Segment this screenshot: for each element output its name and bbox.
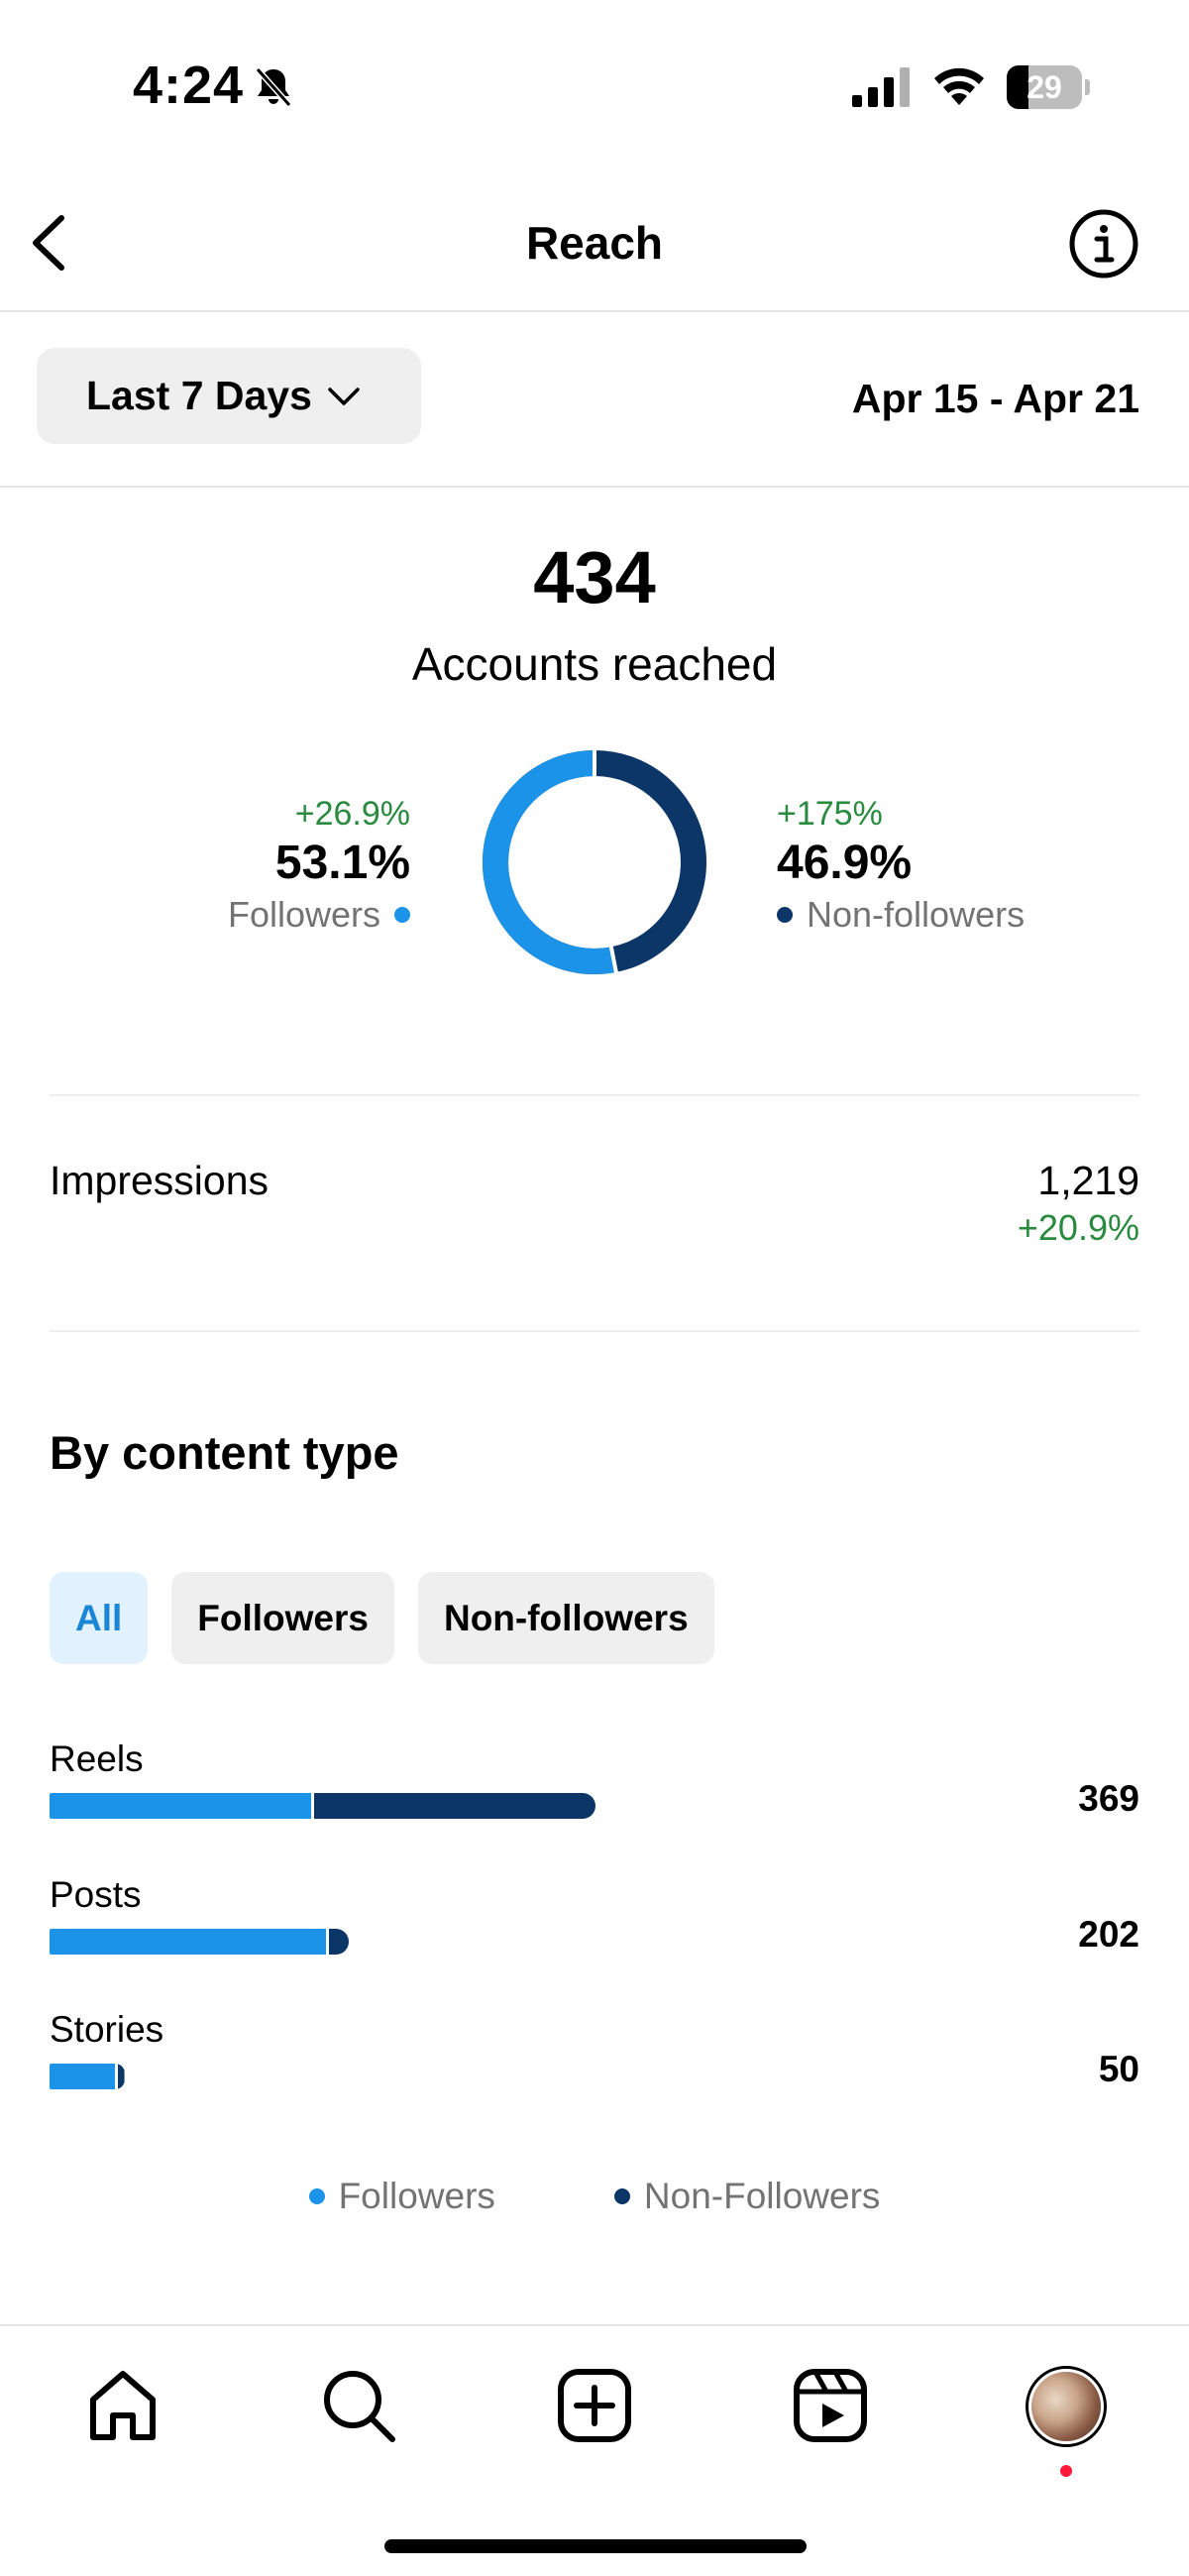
home-icon[interactable]	[83, 2366, 162, 2445]
content-row-label: Reels	[50, 1738, 144, 1779]
date-range-text: Apr 15 - Apr 21	[851, 376, 1139, 421]
divider	[50, 1330, 1139, 1332]
bottom-tab-bar	[0, 2324, 1189, 2576]
content-row-bar	[50, 1793, 595, 1819]
followers-change: +26.9%	[294, 795, 410, 833]
reach-donut-chart	[483, 749, 706, 974]
profile-avatar[interactable]	[1026, 2366, 1107, 2447]
accounts-reached-count: 434	[533, 536, 656, 618]
non-followers-percent: 46.9%	[777, 837, 913, 889]
legend-label-followers: Followers	[338, 2176, 495, 2216]
status-time: 4:24	[133, 56, 245, 115]
content-row-value: 202	[1078, 1914, 1139, 1955]
content-row-bar	[50, 1929, 349, 1955]
impressions-label: Impressions	[50, 1158, 270, 1203]
non-followers-change: +175%	[777, 795, 883, 833]
reels-icon[interactable]	[791, 2366, 870, 2445]
non-followers-dot	[777, 907, 793, 923]
followers-label-row: Followers	[149, 892, 410, 938]
bar-non-followers-segment	[311, 1793, 595, 1819]
content-type-title: By content type	[50, 1426, 399, 1479]
date-range-row: Last 7 Days Apr 15 - Apr 21	[0, 314, 1189, 488]
cellular-signal-icon	[852, 67, 910, 107]
impressions-value: 1,219	[1037, 1158, 1139, 1203]
legend-dot-followers	[308, 2188, 325, 2204]
battery-level: 29	[1027, 69, 1062, 105]
content-row-value: 50	[1098, 2049, 1139, 2089]
bar-followers-segment	[50, 2064, 115, 2089]
legend-item-non-followers: Non-Followers	[613, 2176, 881, 2217]
header: Reach	[0, 168, 1189, 312]
chip-followers[interactable]: Followers	[171, 1572, 394, 1664]
bar-non-followers-segment	[326, 1929, 349, 1955]
legend-label-non-followers: Non-Followers	[643, 2176, 881, 2216]
impressions-change: +20.9%	[1017, 1207, 1139, 1248]
content-type-filter: All Followers Non-followers	[50, 1572, 714, 1664]
divider	[50, 1094, 1139, 1096]
followers-stats: +26.9% 53.1% Followers	[149, 793, 410, 938]
chip-all[interactable]: All	[50, 1572, 149, 1664]
home-indicator	[384, 2539, 807, 2553]
content-row-posts: Posts 202	[50, 1874, 1139, 1993]
content-row-reels: Reels 369	[50, 1738, 1139, 1857]
notification-dot	[1060, 2465, 1072, 2477]
content-row-value: 369	[1078, 1778, 1139, 1819]
legend-dot-non-followers	[613, 2188, 630, 2204]
followers-percent: 53.1%	[274, 837, 410, 889]
date-range-dropdown[interactable]: Last 7 Days	[37, 348, 421, 444]
bar-non-followers-segment	[114, 2064, 125, 2089]
status-bar: 4:24 29	[0, 0, 1189, 168]
bar-followers-segment	[50, 1793, 312, 1819]
followers-dot	[394, 907, 410, 923]
accounts-reached-label: Accounts reached	[411, 638, 778, 690]
battery-icon: 29	[1007, 65, 1090, 109]
silent-bell-icon	[255, 67, 292, 107]
info-icon[interactable]	[1068, 208, 1139, 280]
donut-followers-segment	[483, 750, 616, 974]
followers-label: Followers	[227, 894, 380, 935]
chevron-down-icon	[328, 387, 360, 405]
non-followers-label-row: Non-followers	[777, 892, 1074, 938]
avatar-image	[1031, 2372, 1101, 2441]
chip-non-followers[interactable]: Non-followers	[417, 1572, 714, 1664]
search-icon[interactable]	[319, 2366, 398, 2445]
legend-item-followers: Followers	[308, 2176, 495, 2217]
content-row-label: Stories	[50, 2009, 164, 2050]
create-icon[interactable]	[555, 2366, 634, 2445]
non-followers-stats: +175% 46.9% Non-followers	[777, 793, 1074, 938]
content-row-stories: Stories 50	[50, 2009, 1139, 2128]
non-followers-label: Non-followers	[807, 894, 1026, 935]
content-type-legend: Followers Non-Followers	[0, 2176, 1189, 2217]
bar-followers-segment	[50, 1929, 327, 1955]
wifi-icon	[934, 67, 984, 105]
date-range-selected: Last 7 Days	[86, 373, 312, 418]
content-row-label: Posts	[50, 1874, 142, 1915]
page-title: Reach	[525, 217, 664, 269]
content-row-bar	[50, 2064, 125, 2089]
